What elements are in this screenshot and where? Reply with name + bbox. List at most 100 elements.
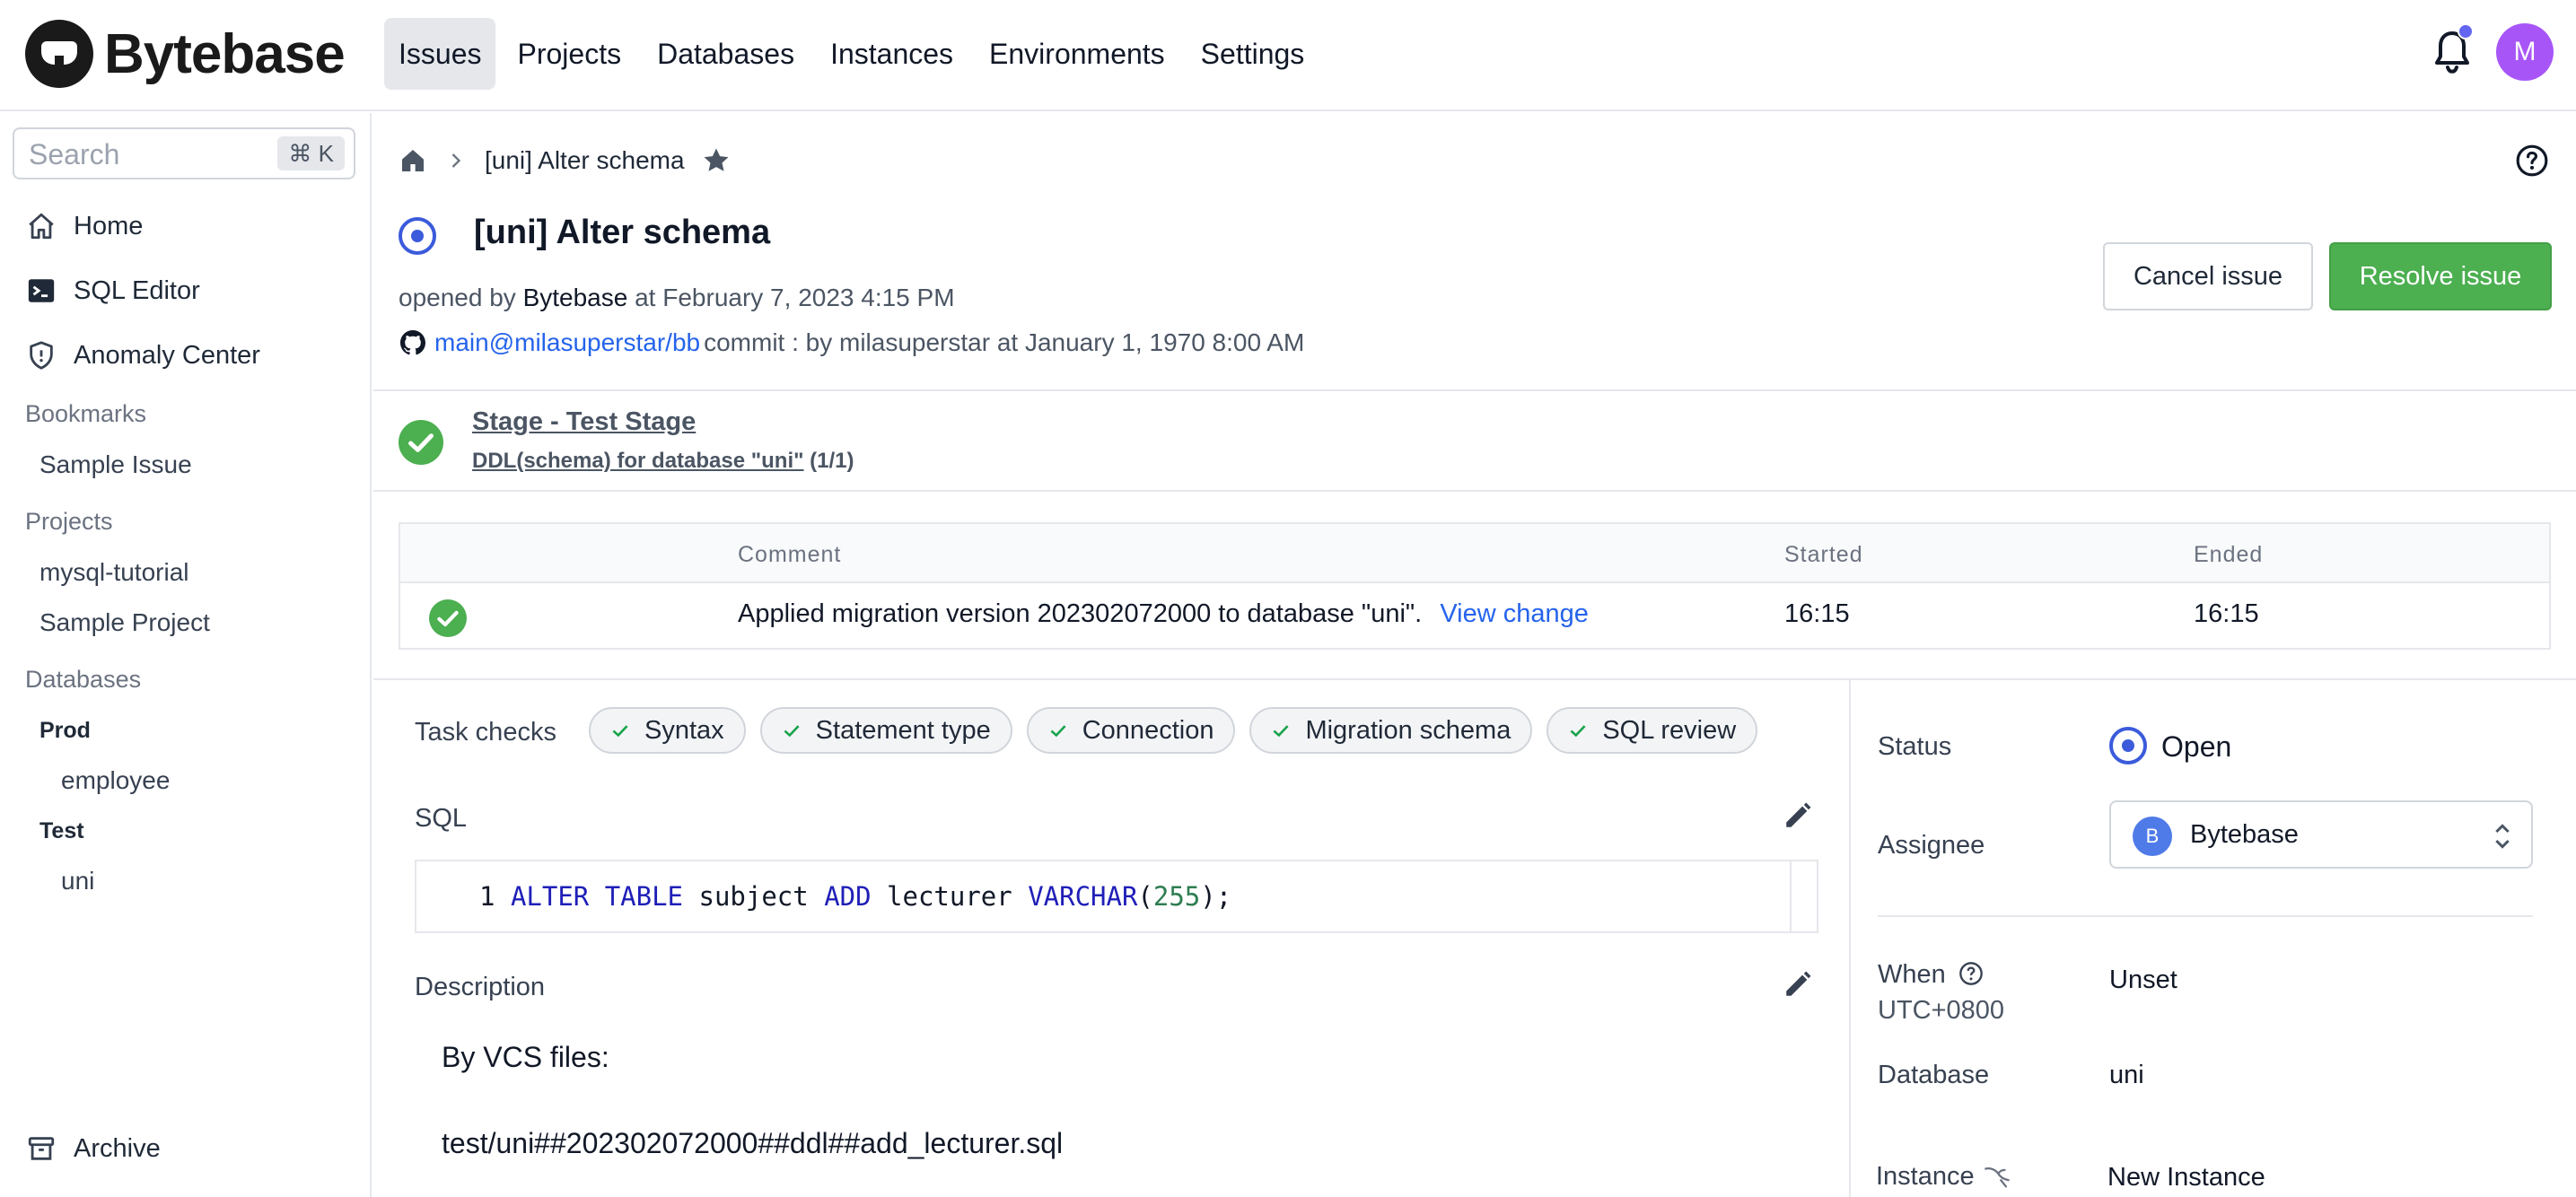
instance-label-text: Instance	[1876, 1161, 1975, 1191]
vcs-branch-link[interactable]: main@milasuperstar/bb	[434, 328, 700, 357]
check-icon	[1050, 725, 1066, 738]
status-open-icon	[2109, 727, 2147, 765]
description-label: Description	[415, 973, 546, 1001]
task-check-syntax[interactable]: Syntax	[589, 707, 746, 754]
shield-icon	[25, 339, 57, 371]
status-label: Status	[1878, 732, 1952, 761]
task-check-statement-type[interactable]: Statement type	[759, 707, 1012, 754]
sql-token: ALTER	[510, 881, 590, 912]
database-item[interactable]: employee	[61, 766, 170, 795]
top-navbar: Bytebase Issues Projects Databases Insta…	[0, 0, 2576, 111]
sidebar-item-home[interactable]: Home	[25, 210, 143, 242]
edit-description-pencil-icon[interactable]	[1783, 969, 1813, 1000]
issue-detail: [uni] Alter schema [uni] Alter schema op…	[373, 113, 2576, 1197]
task-check-label: Syntax	[644, 715, 724, 745]
assignee-name: Bytebase	[2190, 820, 2299, 849]
stage-title-link[interactable]: Stage - Test Stage	[472, 407, 696, 437]
when-timezone: UTC+0800	[1878, 996, 2005, 1025]
nav-issues[interactable]: Issues	[384, 18, 496, 90]
divider	[373, 490, 2576, 492]
divider	[1878, 915, 2533, 917]
main-nav: Issues Projects Databases Instances Envi…	[384, 18, 1326, 90]
nav-projects[interactable]: Projects	[503, 18, 635, 90]
stage-task: DDL(schema) for database "uni" (1/1)	[472, 449, 854, 474]
nav-databases[interactable]: Databases	[643, 18, 809, 90]
task-ended: 16:15	[2194, 599, 2259, 628]
sidebar-item-sql-editor[interactable]: SQL Editor	[25, 275, 200, 307]
check-icon	[1274, 725, 1289, 738]
breadcrumb: [uni] Alter schema	[399, 145, 732, 176]
bytebase-logo[interactable]: Bytebase	[25, 20, 346, 88]
home-icon[interactable]	[399, 146, 427, 175]
task-table-header: Comment Started Ended	[400, 524, 2549, 583]
home-icon	[25, 210, 57, 242]
sql-label: SQL	[415, 804, 468, 833]
stage-task-link[interactable]: DDL(schema) for database "uni"	[472, 449, 804, 473]
star-icon[interactable]	[701, 145, 732, 176]
task-comment-text: Applied migration version 202302072000 t…	[738, 599, 1423, 628]
assignee-avatar: B	[2133, 817, 2172, 856]
column-ended: Ended	[2194, 542, 2264, 567]
assignee-select[interactable]: B Bytebase	[2109, 800, 2533, 869]
database-item[interactable]: uni	[61, 867, 94, 896]
opened-by-prefix: opened by	[399, 284, 516, 311]
nav-environments[interactable]: Environments	[975, 18, 1179, 90]
app-name: Bytebase	[104, 22, 346, 85]
when-value[interactable]: Unset	[2109, 965, 2177, 995]
when-label-text: When	[1878, 960, 1946, 989]
edit-sql-pencil-icon[interactable]	[1783, 800, 1813, 831]
check-icon	[784, 725, 800, 738]
mysql-dolphin-icon	[1984, 1167, 2010, 1188]
sidebar-item-anomaly-center[interactable]: Anomaly Center	[25, 339, 260, 371]
database-value[interactable]: uni	[2109, 1061, 2144, 1090]
task-check-sql-review[interactable]: SQL review	[1546, 707, 1758, 754]
projects-heading: Projects	[25, 508, 113, 535]
sidebar: Search ⌘ K Home SQL Editor Anomaly Cente…	[0, 113, 372, 1197]
sql-editor[interactable]: 1 ALTER TABLE subject ADD lecturer VARCH…	[415, 860, 1818, 933]
sql-code: 1 ALTER TABLE subject ADD lecturer VARCH…	[479, 881, 1231, 912]
issue-details-pane: Status Open Assignee B Bytebase When UTC…	[1849, 680, 2576, 1197]
task-check-migration-schema[interactable]: Migration schema	[1249, 707, 1533, 754]
task-check-connection[interactable]: Connection	[1026, 707, 1236, 754]
search-input[interactable]: Search ⌘ K	[13, 127, 355, 179]
help-circle-icon[interactable]	[1958, 961, 1984, 986]
status-value: Open	[2161, 730, 2232, 763]
line-number: 1	[479, 881, 495, 912]
sql-token: );	[1200, 881, 1232, 912]
editor-scrollbar[interactable]	[1790, 861, 1792, 931]
task-started: 16:15	[1784, 599, 1850, 628]
chevron-right-icon	[451, 153, 461, 168]
task-check-label: SQL review	[1602, 715, 1737, 745]
search-placeholder: Search	[29, 138, 120, 170]
help-icon[interactable]	[2515, 144, 2549, 178]
vcs-commit-info: commit : by milasuperstar at January 1, …	[704, 328, 1305, 356]
cancel-issue-button[interactable]: Cancel issue	[2103, 242, 2313, 310]
task-run-table: Comment Started Ended Applied migration …	[399, 522, 2551, 650]
project-item[interactable]: mysql-tutorial	[39, 558, 188, 587]
issue-open-status-icon	[399, 217, 436, 255]
sql-token: lecturer	[887, 881, 1012, 912]
instance-value[interactable]: New Instance	[2107, 1163, 2265, 1193]
project-item[interactable]: Sample Project	[39, 608, 210, 637]
instance-label: Instance	[1876, 1161, 2012, 1192]
sidebar-item-label: Anomaly Center	[74, 340, 260, 370]
resolve-issue-button[interactable]: Resolve issue	[2329, 242, 2552, 310]
task-success-icon	[429, 599, 467, 637]
environment-prod: Prod	[39, 718, 91, 743]
user-avatar[interactable]: M	[2496, 23, 2554, 81]
issue-title[interactable]: [uni] Alter schema	[474, 214, 770, 252]
issue-creator: Bytebase	[522, 284, 628, 311]
sidebar-item-label: SQL Editor	[74, 275, 200, 305]
bookmark-item[interactable]: Sample Issue	[39, 450, 192, 479]
sidebar-item-archive[interactable]: Archive	[25, 1132, 161, 1165]
description-line: test/uni##202302072000##ddl##add_lecture…	[442, 1127, 1064, 1159]
view-change-link[interactable]: View change	[1440, 599, 1589, 628]
sql-token: VARCHAR	[1028, 881, 1138, 912]
nav-settings[interactable]: Settings	[1187, 18, 1319, 90]
nav-instances[interactable]: Instances	[816, 18, 968, 90]
sql-token: ADD	[824, 881, 872, 912]
bytebase-logo-icon	[25, 20, 93, 88]
sidebar-item-label: Home	[74, 211, 144, 240]
when-label: When	[1878, 960, 1984, 990]
select-arrows-icon	[2495, 824, 2510, 849]
